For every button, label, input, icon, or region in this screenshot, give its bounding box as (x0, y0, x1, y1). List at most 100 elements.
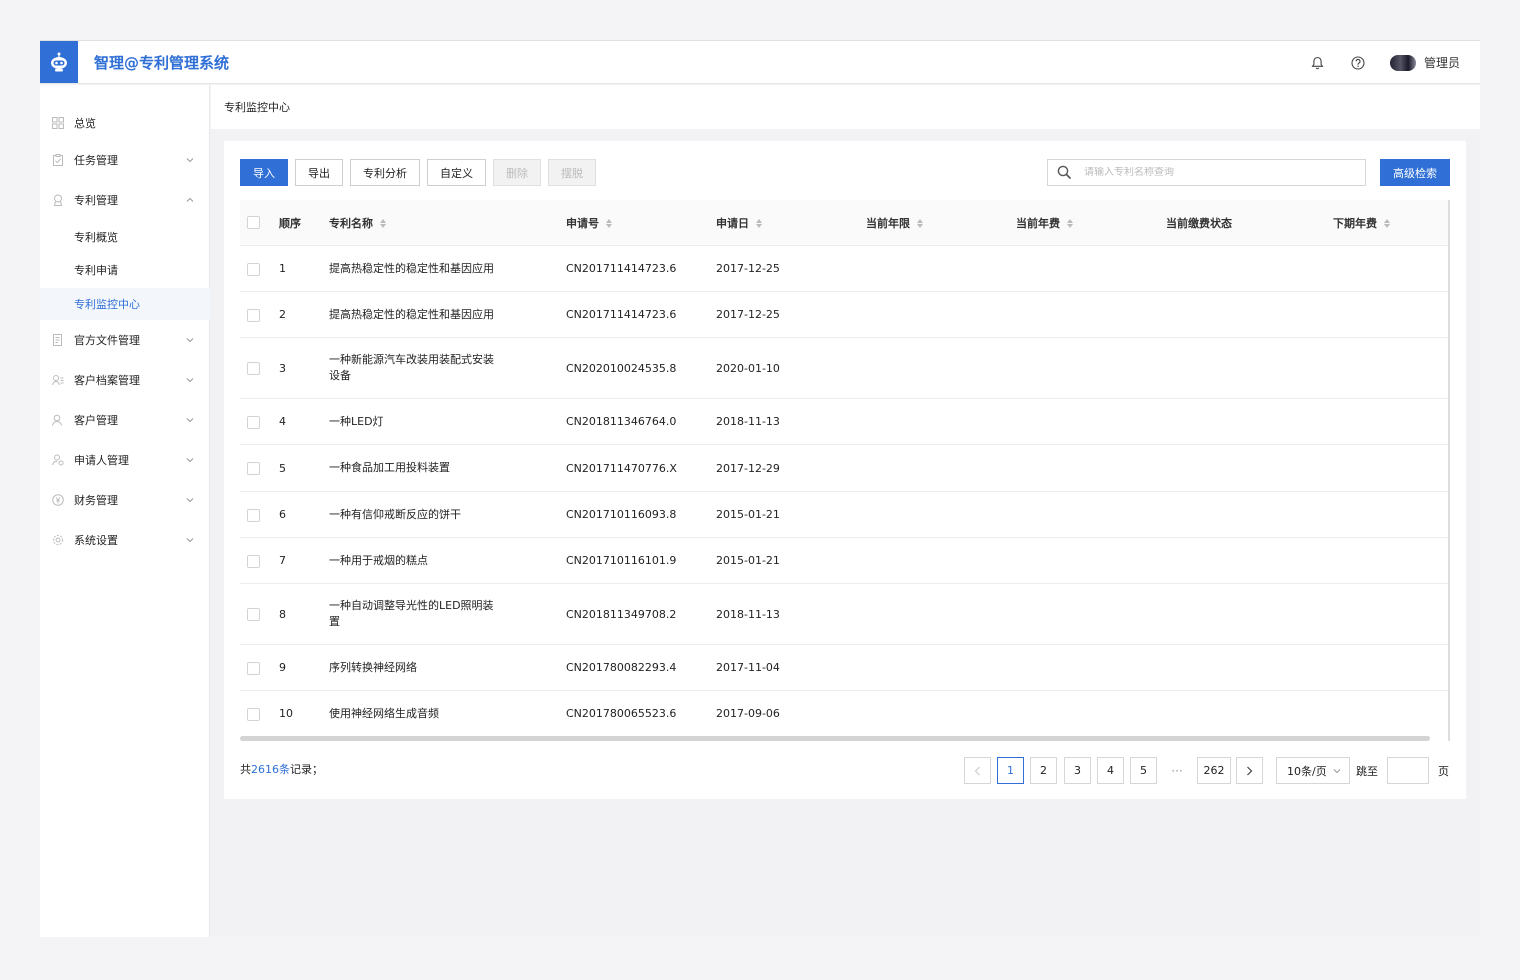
select-all-checkbox[interactable] (247, 216, 260, 229)
page-size-select[interactable]: 10条/页 (1276, 757, 1350, 784)
table-row[interactable]: 9 序列转换神经网络 CN201780082293.4 2017-11-04 (240, 645, 1448, 691)
detach-button[interactable]: 摆脱 (548, 159, 596, 186)
row-checkbox[interactable] (247, 662, 260, 675)
horizontal-scrollbar[interactable] (240, 736, 1430, 741)
sidebar-item-clients[interactable]: 客户管理 (40, 404, 210, 436)
page-ellipsis[interactable]: ··· (1167, 757, 1187, 784)
row-checkbox[interactable] (247, 362, 260, 375)
jump-page-input[interactable] (1387, 757, 1429, 784)
cell-app-no: CN201711414723.6 (566, 262, 677, 275)
sort-icon[interactable] (756, 218, 762, 228)
cell-app-date: 2017-12-25 (716, 262, 780, 275)
row-checkbox[interactable] (247, 263, 260, 276)
sort-icon[interactable] (606, 218, 612, 228)
col-label: 下期年费 (1333, 217, 1377, 230)
col-name[interactable]: 专利名称 (329, 200, 386, 246)
col-app-date[interactable]: 申请日 (716, 200, 762, 246)
sidebar-item-patent-overview[interactable]: 专利概览 (40, 221, 210, 253)
sort-icon[interactable] (917, 218, 923, 228)
table-row[interactable]: 1 提高热稳定性的稳定性和基因应用 CN201711414723.6 2017-… (240, 246, 1448, 292)
sidebar-item-label: 专利申请 (74, 264, 118, 277)
row-checkbox[interactable] (247, 555, 260, 568)
row-checkbox[interactable] (247, 509, 260, 522)
sort-icon[interactable] (1067, 218, 1073, 228)
bell-icon[interactable] (1310, 55, 1326, 71)
row-checkbox[interactable] (247, 708, 260, 721)
sidebar-item-patent-application[interactable]: 专利申请 (40, 254, 210, 286)
cell-app-date: 2017-12-29 (716, 461, 780, 475)
cell-app-no: CN201811346764.0 (566, 415, 677, 428)
cell-app-no: CN201711470776.X (566, 461, 677, 475)
col-app-no[interactable]: 申请号 (566, 200, 612, 246)
table-row[interactable]: 3 一种新能源汽车改装用装配式安装设备 CN202010024535.8 202… (240, 338, 1448, 399)
table-scroll-edge (1448, 200, 1450, 741)
delete-button[interactable]: 删除 (493, 159, 541, 186)
next-page-button[interactable] (1236, 757, 1263, 784)
help-icon[interactable] (1350, 55, 1366, 71)
sidebar-item-tasks[interactable]: 任务管理 (40, 144, 210, 176)
last-page-button[interactable]: 262 (1197, 757, 1231, 784)
cell-name: 序列转换神经网络 (329, 660, 417, 674)
table-row[interactable]: 2 提高热稳定性的稳定性和基因应用 CN201711414723.6 2017-… (240, 292, 1448, 338)
col-current-fee[interactable]: 当前年费 (1016, 200, 1073, 246)
row-checkbox[interactable] (247, 608, 260, 621)
customize-button[interactable]: 自定义 (427, 159, 486, 186)
cell-index: 1 (279, 262, 286, 275)
page-1-button[interactable]: 1 (997, 757, 1024, 784)
sidebar-item-finance[interactable]: 财务管理 (40, 484, 210, 516)
user-name[interactable]: 管理员 (1424, 54, 1460, 71)
page-4-button[interactable]: 4 (1097, 757, 1124, 784)
col-next-fee[interactable]: 下期年费 (1333, 200, 1390, 246)
app-title: 智理@专利管理系统 (94, 53, 230, 72)
sort-icon[interactable] (1384, 218, 1390, 228)
cell-index: 7 (279, 554, 286, 567)
search-input[interactable] (1084, 167, 1344, 178)
total-suffix: 记录； (290, 763, 323, 776)
avatar[interactable] (1389, 54, 1416, 71)
sidebar-item-applicants[interactable]: 申请人管理 (40, 444, 210, 476)
sidebar-item-label: 专利监控中心 (74, 298, 140, 311)
page-2-button[interactable]: 2 (1030, 757, 1057, 784)
table-row[interactable]: 7 一种用于戒烟的糕点 CN201710116101.9 2015-01-21 (240, 538, 1448, 584)
import-button[interactable]: 导入 (240, 159, 288, 186)
sidebar-item-official-docs[interactable]: 官方文件管理 (40, 324, 210, 356)
chevron-down-icon (186, 536, 194, 544)
table-row[interactable]: 6 一种有信仰戒断反应的饼干 CN201710116093.8 2015-01-… (240, 492, 1448, 538)
table-row[interactable]: 4 一种LED灯 CN201811346764.0 2018-11-13 (240, 399, 1448, 445)
gear-icon (52, 534, 64, 546)
sidebar-item-client-archives[interactable]: 客户档案管理 (40, 364, 210, 396)
cell-app-no: CN201711414723.6 (566, 308, 677, 321)
patent-analysis-button[interactable]: 专利分析 (350, 159, 420, 186)
col-current-term[interactable]: 当前年限 (866, 200, 923, 246)
page-5-button[interactable]: 5 (1130, 757, 1157, 784)
sidebar-item-overview[interactable]: 总览 (40, 107, 210, 139)
cell-index: 9 (279, 661, 286, 674)
sidebar-item-patent-monitor[interactable]: 专利监控中心 (40, 288, 210, 320)
row-checkbox[interactable] (247, 416, 260, 429)
sort-icon[interactable] (380, 218, 386, 228)
jump-label: 跳至 (1356, 764, 1378, 778)
row-checkbox[interactable] (247, 462, 260, 475)
page-3-button[interactable]: 3 (1064, 757, 1091, 784)
chevron-down-icon (186, 496, 194, 504)
chevron-down-icon (186, 456, 194, 464)
table-row[interactable]: 5 一种食品加工用投料装置 CN201711470776.X 2017-12-2… (240, 445, 1448, 492)
table-row[interactable]: 8 一种自动调整导光性的LED照明装置 CN201811349708.2 201… (240, 584, 1448, 645)
cell-app-date: 2015-01-21 (716, 554, 780, 567)
col-label: 当前年限 (866, 217, 910, 230)
cell-app-no: CN201710116101.9 (566, 554, 677, 567)
sidebar-item-settings[interactable]: 系统设置 (40, 524, 210, 556)
row-checkbox[interactable] (247, 309, 260, 322)
export-button[interactable]: 导出 (295, 159, 343, 186)
advanced-search-button[interactable]: 高级检索 (1380, 159, 1450, 186)
total-records: 共2616条记录； (240, 761, 323, 777)
breadcrumb: 专利监控中心 (211, 85, 1480, 129)
sidebar-item-label: 财务管理 (74, 494, 118, 507)
sidebar-item-patents[interactable]: 专利管理 (40, 184, 210, 216)
table-row[interactable]: 10 使用神经网络生成音频 CN201780065523.6 2017-09-0… (240, 691, 1448, 736)
prev-page-button[interactable] (964, 757, 991, 784)
header-actions: 管理员 (1286, 41, 1460, 84)
user-list-icon (52, 374, 64, 386)
cell-name: 一种有信仰戒断反应的饼干 (329, 507, 461, 521)
cell-app-no: CN201780065523.6 (566, 707, 677, 720)
